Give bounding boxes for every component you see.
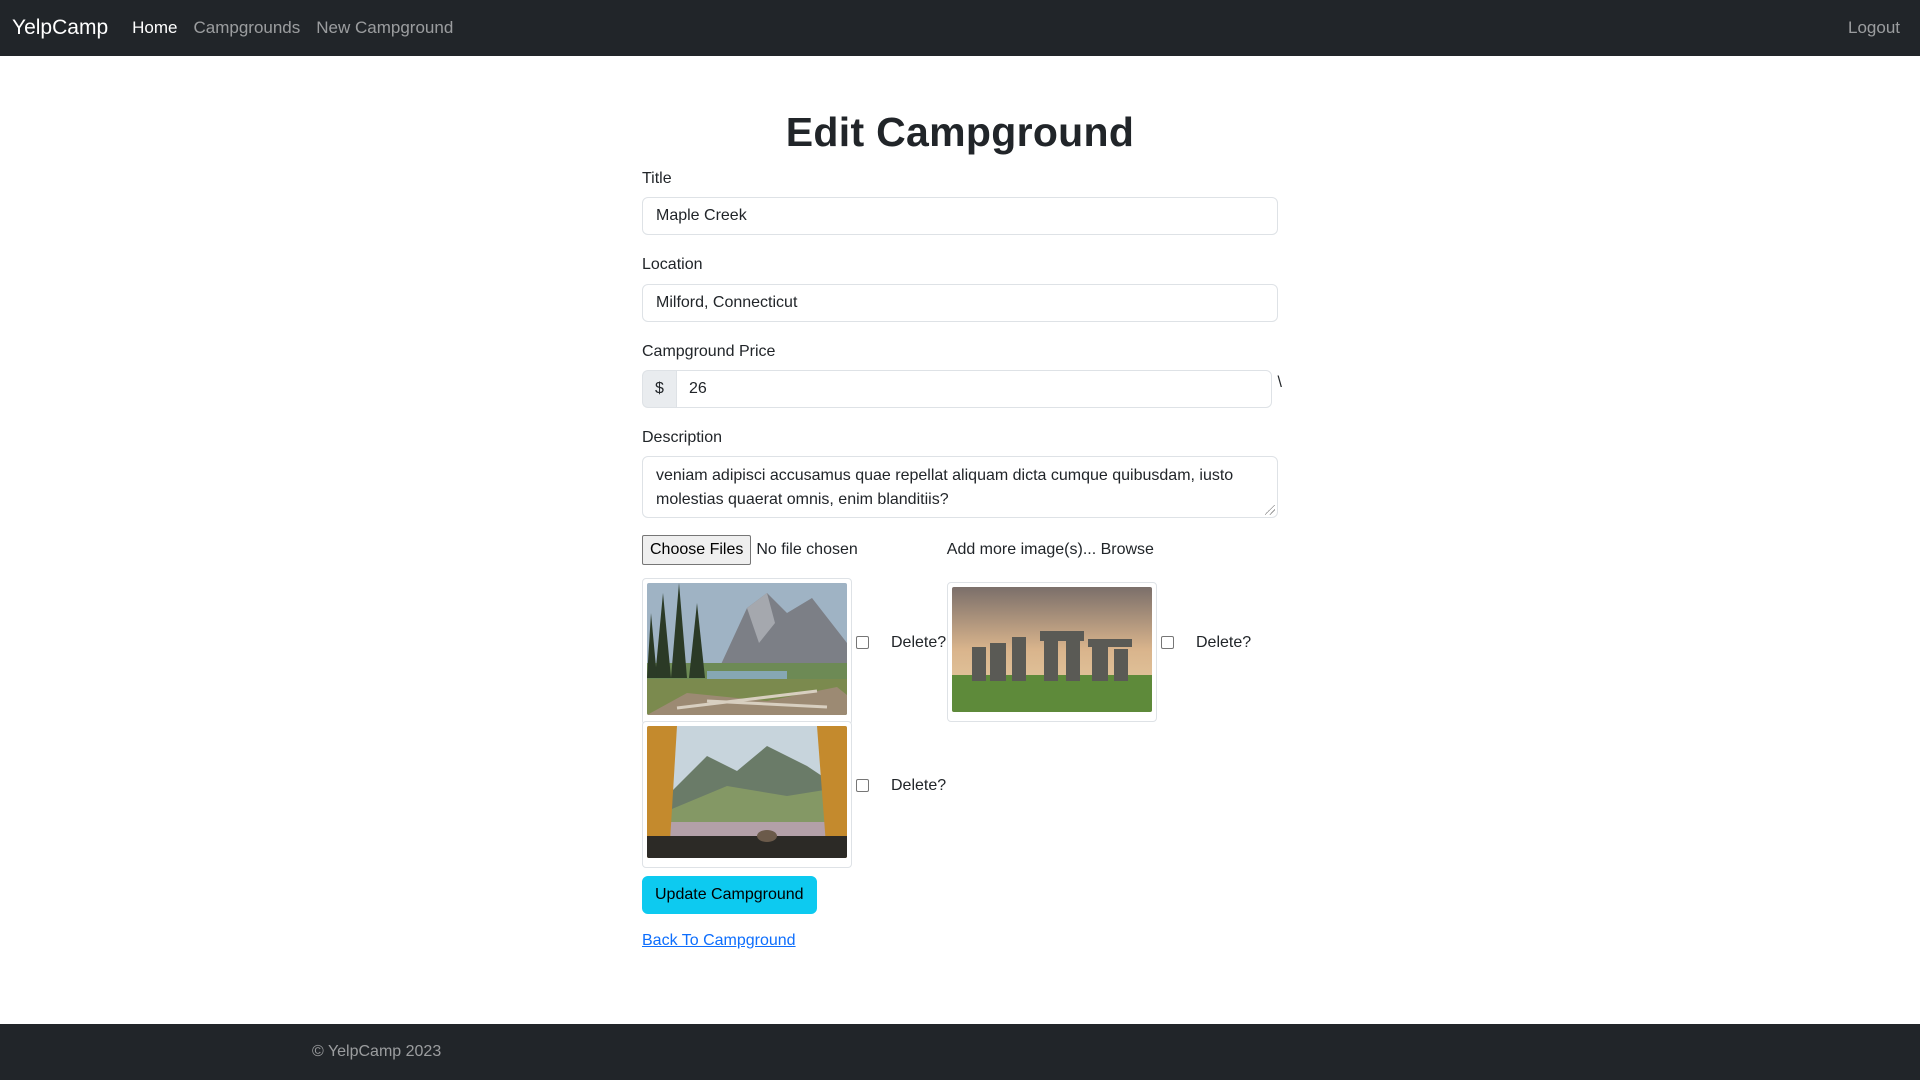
nav-campgrounds[interactable]: Campgrounds (193, 18, 300, 38)
footer-copyright: © YelpCamp 2023 (312, 1043, 442, 1060)
navbar: YelpCamp Home Campgrounds New Campground… (0, 0, 1920, 56)
file-upload-row: Choose Files No file chosen Add more ima… (642, 534, 1278, 565)
image-thumbnail (642, 577, 852, 725)
title-label: Title (642, 170, 672, 188)
title-field: Title Maple Creek (642, 169, 1278, 236)
location-label: Location (642, 256, 703, 274)
delete-option-3: Delete? (856, 777, 946, 795)
currency-addon: $ (642, 369, 676, 408)
location-input[interactable]: Milford, Connecticut (642, 283, 1278, 322)
stray-character: \ (1277, 373, 1282, 391)
title-input[interactable]: Maple Creek (642, 197, 1278, 236)
description-text: veniam adipisci accusamus quae repellat … (656, 466, 1234, 508)
image-thumbnail (947, 581, 1157, 722)
stonehenge-image (952, 586, 1152, 712)
price-field: Campground Price $ 26 \ (642, 342, 1282, 408)
description-label: Description (642, 428, 723, 446)
delete-option-1: Delete? (856, 634, 946, 652)
price-label: Campground Price (642, 342, 776, 360)
delete-checkbox[interactable] (856, 779, 869, 793)
delete-checkbox[interactable] (1161, 636, 1174, 650)
delete-label: Delete? (891, 776, 947, 794)
brand-logo[interactable]: YelpCamp (12, 16, 108, 40)
back-to-campground-link[interactable]: Back To Campground (642, 932, 796, 950)
delete-label: Delete? (1196, 633, 1252, 651)
forest-mountain-image (647, 582, 847, 715)
choose-files-button[interactable]: Choose Files (642, 534, 752, 565)
price-input-group: $ 26 \ (642, 369, 1282, 408)
price-input[interactable]: 26 (676, 369, 1272, 408)
nav-home[interactable]: Home (132, 18, 177, 38)
add-images-hint[interactable]: Add more image(s)... Browse (947, 541, 1154, 559)
delete-checkbox[interactable] (856, 636, 869, 650)
edit-form: Edit Campground Title Maple Creek Locati… (642, 108, 1282, 868)
description-textarea[interactable]: veniam adipisci accusamus quae repellat … (642, 455, 1278, 518)
nav-new-campground[interactable]: New Campground (316, 18, 453, 38)
update-campground-button[interactable]: Update Campground (642, 876, 817, 914)
page-title: Edit Campground (785, 109, 1135, 155)
tent-view-image (647, 725, 847, 858)
nav-logout[interactable]: Logout (1848, 18, 1900, 38)
page-root: YelpCamp Home Campgrounds New Campground… (0, 0, 1920, 1080)
footer: © YelpCamp 2023 (0, 1024, 1920, 1080)
delete-label: Delete? (891, 633, 947, 651)
resize-grip-icon[interactable] (1265, 504, 1275, 515)
location-field: Location Milford, Connecticut (642, 255, 1278, 322)
file-status: No file chosen (756, 540, 858, 558)
delete-option-2: Delete? (1161, 634, 1251, 652)
description-field: Description veniam adipisci accusamus qu… (642, 428, 1278, 518)
image-thumbnail (642, 720, 852, 868)
main-content: Edit Campground Title Maple Creek Locati… (0, 56, 1920, 1024)
image-gallery: Delete? Delete? Delete? (642, 577, 1278, 868)
